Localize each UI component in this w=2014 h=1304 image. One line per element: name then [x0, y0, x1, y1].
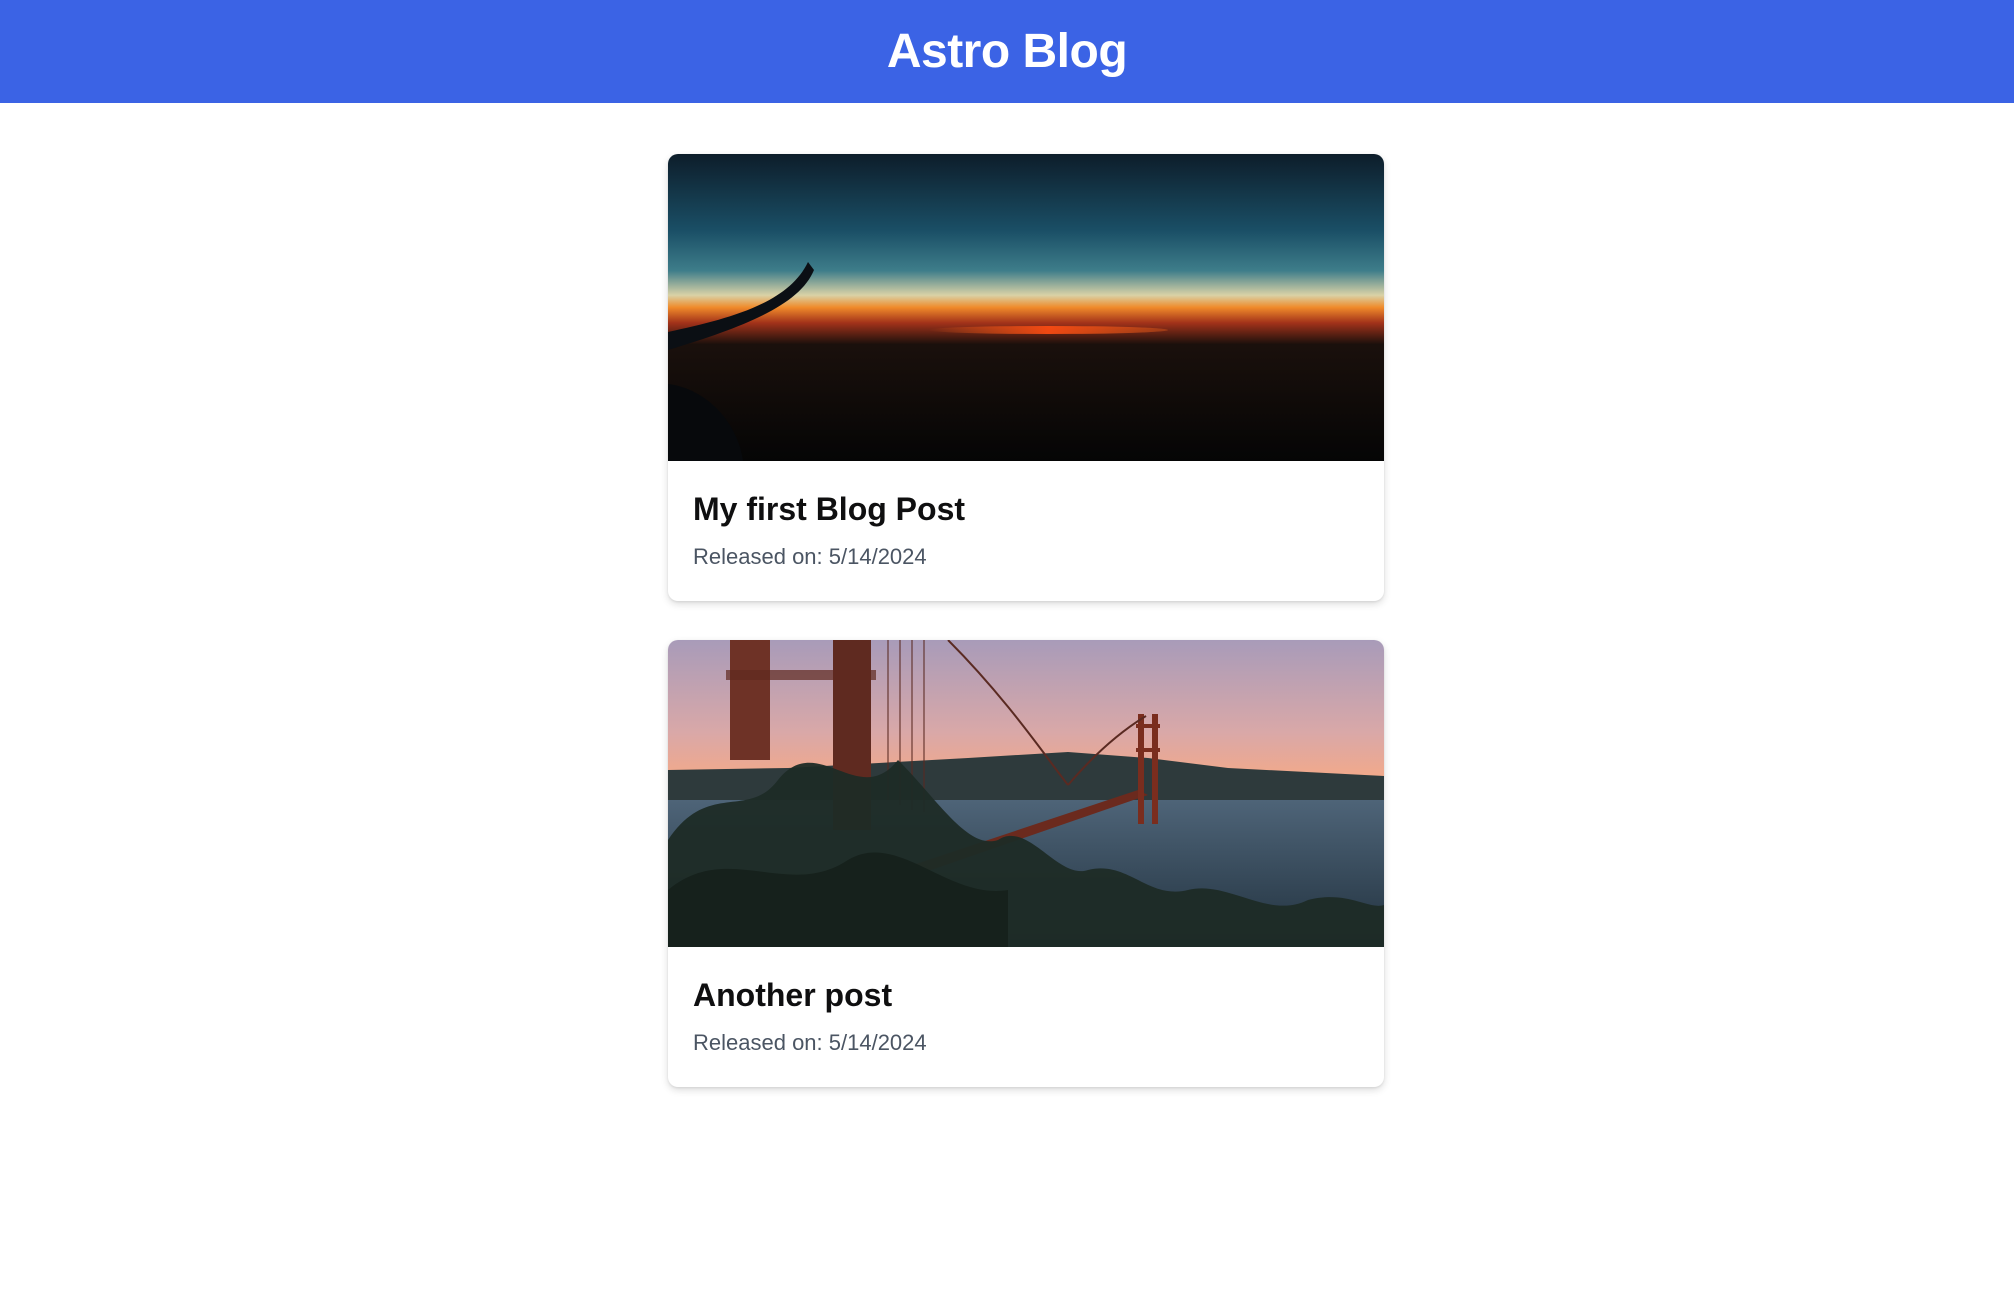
post-card[interactable]: My first Blog Post Released on: 5/14/202…	[668, 154, 1384, 601]
post-card[interactable]: Another post Released on: 5/14/2024	[668, 640, 1384, 1087]
post-cover-image	[668, 154, 1384, 461]
post-release-date: Released on: 5/14/2024	[693, 1030, 927, 1055]
post-title[interactable]: My first Blog Post	[693, 461, 1359, 529]
post-list: My first Blog Post Released on: 5/14/202…	[668, 154, 1384, 1126]
post-cover-image	[668, 640, 1384, 947]
site-header: Astro Blog	[0, 0, 2014, 103]
site-title[interactable]: Astro Blog	[887, 24, 1128, 79]
post-release-date: Released on: 5/14/2024	[693, 544, 927, 569]
post-title[interactable]: Another post	[693, 947, 1359, 1015]
